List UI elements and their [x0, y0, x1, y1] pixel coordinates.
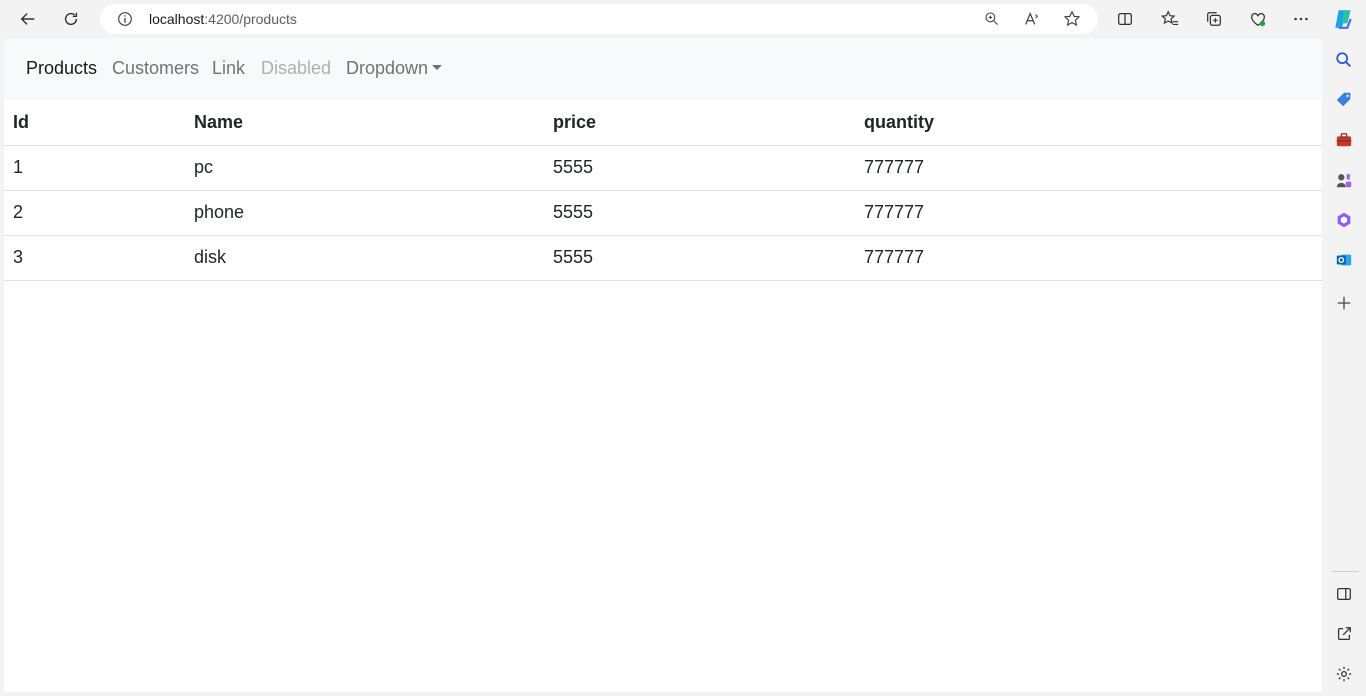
- games-icon[interactable]: [1333, 169, 1355, 191]
- cell-name: disk: [185, 235, 544, 281]
- cell-price: 5555: [544, 190, 855, 236]
- search-icon[interactable]: [1333, 49, 1355, 71]
- add-icon[interactable]: [1333, 292, 1355, 314]
- browser-sidebar: [1323, 38, 1366, 696]
- favorite-star-icon[interactable]: [1062, 9, 1082, 29]
- more-icon[interactable]: [1287, 5, 1315, 33]
- read-aloud-icon[interactable]: [1022, 9, 1042, 29]
- column-header-quantity: quantity: [855, 100, 1322, 146]
- split-screen-icon[interactable]: [1111, 5, 1139, 33]
- table-row: 2 phone 5555 777777: [4, 190, 1322, 236]
- page-viewport: Products Customers Link Disabled Dropdow…: [4, 38, 1322, 692]
- cell-price: 5555: [544, 145, 855, 191]
- cell-id: 2: [4, 190, 185, 236]
- column-header-price: price: [544, 100, 855, 146]
- browser-essentials-icon[interactable]: [1244, 5, 1272, 33]
- tools-icon[interactable]: [1333, 129, 1355, 151]
- collections-icon[interactable]: [1200, 5, 1228, 33]
- zoom-icon[interactable]: [982, 9, 1002, 29]
- address-bar[interactable]: localhost:4200/products: [100, 4, 1098, 34]
- table-header-row: Id Name price quantity: [4, 100, 1322, 146]
- column-header-id: Id: [4, 100, 185, 146]
- table-row: 1 pc 5555 777777: [4, 145, 1322, 191]
- cell-quantity: 777777: [855, 235, 1322, 281]
- column-header-name: Name: [185, 100, 544, 146]
- url-host: localhost: [149, 11, 205, 27]
- cell-price: 5555: [544, 235, 855, 281]
- back-arrow-icon[interactable]: [14, 5, 42, 33]
- cell-name: phone: [185, 190, 544, 236]
- cell-id: 3: [4, 235, 185, 281]
- favorites-icon[interactable]: [1156, 5, 1184, 33]
- copilot-icon[interactable]: [1329, 5, 1357, 33]
- cell-name: pc: [185, 145, 544, 191]
- office-icon[interactable]: [1333, 209, 1355, 231]
- url-text[interactable]: localhost:4200/products: [149, 11, 297, 27]
- cell-quantity: 777777: [855, 190, 1322, 236]
- url-path: :4200/products: [204, 11, 297, 27]
- table-row: 3 disk 5555 777777: [4, 235, 1322, 281]
- nav-customers-link[interactable]: Customers: [112, 58, 199, 79]
- nav-link[interactable]: Link: [212, 58, 245, 79]
- dropdown-label: Dropdown: [346, 58, 429, 78]
- products-table: Id Name price quantity 1 pc 5555 777777 …: [4, 100, 1322, 281]
- outlook-icon[interactable]: [1333, 249, 1355, 271]
- app-navbar: Products Customers Link Disabled Dropdow…: [4, 38, 1322, 100]
- nav-dropdown-toggle[interactable]: Dropdown: [346, 58, 443, 79]
- external-link-icon[interactable]: [1333, 623, 1355, 645]
- nav-products-link[interactable]: Products: [26, 58, 97, 79]
- settings-icon[interactable]: [1333, 663, 1355, 685]
- chevron-down-icon: [432, 64, 443, 70]
- cell-quantity: 777777: [855, 145, 1322, 191]
- nav-disabled-link: Disabled: [261, 58, 332, 78]
- shopping-tag-icon[interactable]: [1333, 89, 1355, 111]
- refresh-icon[interactable]: [57, 5, 85, 33]
- cell-id: 1: [4, 145, 185, 191]
- info-icon[interactable]: [116, 10, 134, 28]
- sidebar-divider: [1331, 571, 1359, 572]
- browser-toolbar: localhost:4200/products: [0, 0, 1366, 38]
- sidebar-toggle-icon[interactable]: [1333, 583, 1355, 605]
